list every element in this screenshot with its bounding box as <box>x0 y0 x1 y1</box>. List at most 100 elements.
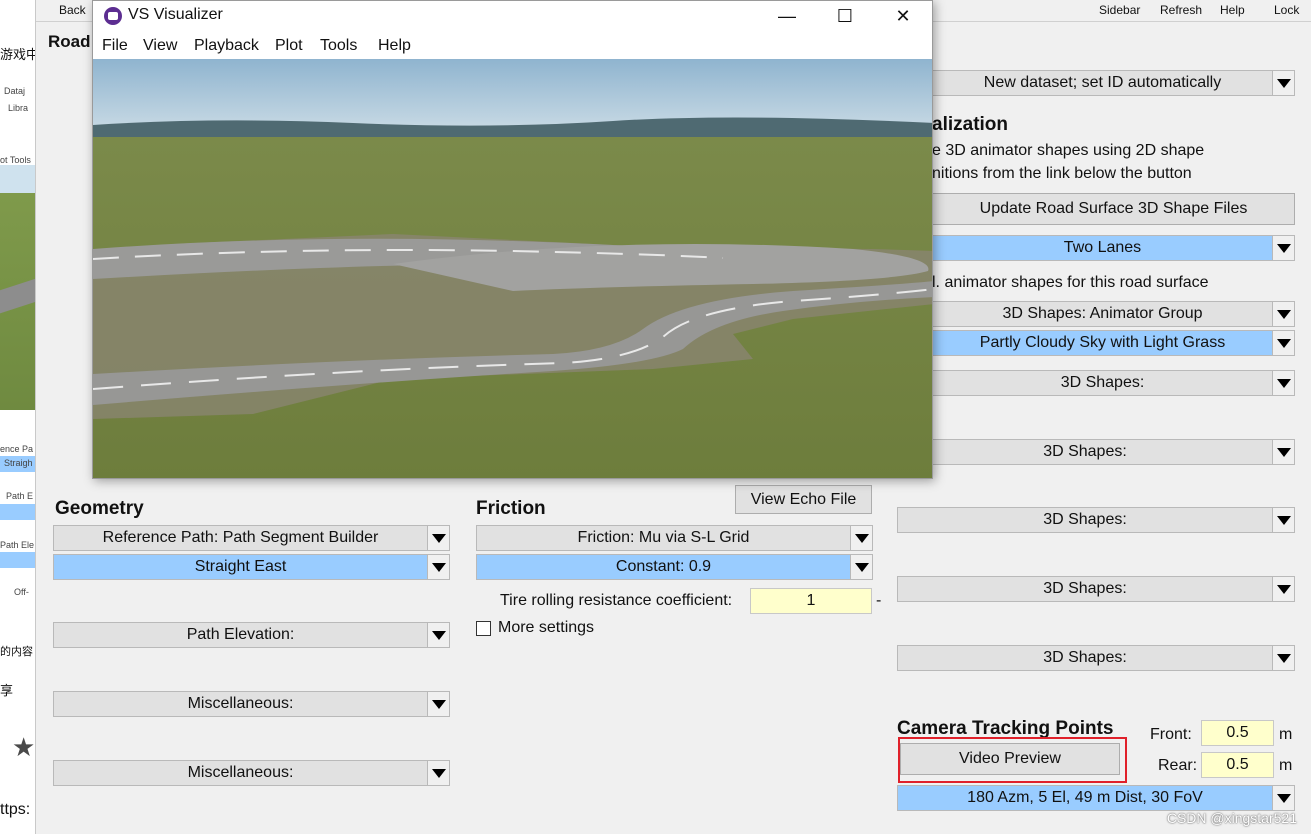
shapes-dropdown[interactable]: 3D Shapes: <box>932 370 1295 396</box>
browser-text: 的内容 <box>0 646 33 658</box>
lanes-dropdown-label: Two Lanes <box>1063 239 1142 256</box>
camera-view-label: 180 Azm, 5 El, 49 m Dist, 30 FoV <box>967 789 1203 806</box>
dataset-dropdown[interactable]: New dataset; set ID automatically <box>932 70 1295 96</box>
shapes-dropdown-label: 3D Shapes: <box>1043 443 1127 460</box>
chevron-down-icon <box>1272 236 1294 260</box>
highlight-box <box>898 737 1127 783</box>
visualization-description: nitions from the link below the button <box>932 165 1192 182</box>
animator-group-dropdown[interactable]: 3D Shapes: Animator Group <box>932 301 1295 327</box>
visualizer-title: VS Visualizer <box>128 6 223 23</box>
shapes-dropdown-label: 3D Shapes: <box>1060 374 1145 391</box>
refresh-button[interactable]: Refresh <box>1160 3 1202 17</box>
reference-path-dropdown[interactable]: Reference Path: Path Segment Builder <box>53 525 450 551</box>
tire-resistance-field[interactable]: 1 <box>750 588 872 614</box>
miscellaneous-dropdown[interactable]: Miscellaneous: <box>53 691 450 717</box>
chevron-down-icon <box>1272 440 1294 464</box>
visualizer-menu-bar: File View Playback Plot Tools Help <box>93 32 932 60</box>
rear-field[interactable]: 0.5 <box>1201 752 1274 778</box>
browser-road-thumbnail <box>0 165 35 410</box>
menu-view[interactable]: View <box>143 37 177 55</box>
dataset-dropdown-label: New dataset; set ID automatically <box>983 74 1222 91</box>
browser-text: Libra <box>8 103 29 113</box>
camera-view-dropdown[interactable]: 180 Azm, 5 El, 49 m Dist, 30 FoV <box>897 785 1295 811</box>
rear-unit: m <box>1279 757 1293 774</box>
minimize-icon[interactable]: — <box>758 1 816 32</box>
update-road-surface-button[interactable]: Update Road Surface 3D Shape Files <box>932 193 1295 225</box>
shapes-dropdown[interactable]: 3D Shapes: <box>897 439 1295 465</box>
chevron-down-icon <box>427 623 449 647</box>
shapes-dropdown[interactable]: 3D Shapes: <box>897 576 1295 602</box>
constant-label: Constant: 0.9 <box>615 558 712 575</box>
chevron-down-icon <box>427 555 449 579</box>
browser-blue-field <box>0 504 35 520</box>
tire-resistance-unit: - <box>876 592 882 609</box>
miscellaneous-dropdown[interactable]: Miscellaneous: <box>53 760 450 786</box>
browser-text: Dataj <box>4 86 26 96</box>
front-unit: m <box>1279 726 1293 743</box>
star-icon[interactable]: ★ <box>12 732 35 763</box>
more-settings-checkbox[interactable] <box>476 621 491 636</box>
menu-tools[interactable]: Tools <box>320 37 357 55</box>
more-settings-label: More settings <box>498 619 595 636</box>
chevron-down-icon <box>1272 646 1294 670</box>
lock-button[interactable]: Lock <box>1274 3 1299 17</box>
back-button[interactable]: Back <box>59 3 86 17</box>
menu-file[interactable]: File <box>102 37 128 55</box>
browser-text: ence Pa <box>0 444 34 454</box>
chevron-down-icon <box>1272 331 1294 355</box>
path-elevation-dropdown[interactable]: Path Elevation: <box>53 622 450 648</box>
chevron-down-icon <box>1272 371 1294 395</box>
browser-text: Straigh <box>4 458 33 468</box>
chevron-down-icon <box>1272 786 1294 810</box>
constant-dropdown[interactable]: Constant: 0.9 <box>476 554 873 580</box>
browser-text: ttps: <box>0 801 31 818</box>
sidebar-button[interactable]: Sidebar <box>1099 3 1140 17</box>
browser-text: Off- <box>14 587 29 597</box>
chevron-down-icon <box>850 526 872 550</box>
3d-scene-viewport[interactable] <box>93 59 932 478</box>
lanes-dropdown[interactable]: Two Lanes <box>932 235 1295 261</box>
maximize-icon[interactable]: ☐ <box>816 1 874 32</box>
shapes-dropdown[interactable]: 3D Shapes: <box>897 645 1295 671</box>
browser-text: Path Ele <box>0 540 35 550</box>
chevron-down-icon <box>1272 71 1294 95</box>
friction-mu-label: Friction: Mu via S-L Grid <box>577 529 750 546</box>
miscellaneous-label: Miscellaneous: <box>187 695 294 712</box>
menu-help[interactable]: Help <box>378 37 411 55</box>
vs-visualizer-window: VS Visualizer — ☐ ✕ File View Playback P… <box>92 0 933 479</box>
view-echo-file-button[interactable]: View Echo File <box>735 485 872 514</box>
update-road-surface-label: Update Road Surface 3D Shape Files <box>979 200 1248 217</box>
menu-playback[interactable]: Playback <box>194 37 259 55</box>
3d-road-scene <box>93 59 932 478</box>
menu-plot[interactable]: Plot <box>275 37 303 55</box>
sky-dropdown[interactable]: Partly Cloudy Sky with Light Grass <box>932 330 1295 356</box>
browser-text: ot Tools <box>0 155 31 165</box>
animator-shapes-label: l. animator shapes for this road surface <box>932 274 1209 291</box>
background-browser-window: 游戏中 Dataj Libra ot Tools ence Pa Straigh… <box>0 0 36 834</box>
shapes-dropdown-label: 3D Shapes: <box>1043 511 1127 528</box>
browser-text: Path E <box>6 491 34 501</box>
browser-blue-field <box>0 552 35 568</box>
visualization-description: e 3D animator shapes using 2D shape <box>932 142 1205 159</box>
straight-east-dropdown[interactable]: Straight East <box>53 554 450 580</box>
chevron-down-icon <box>1272 577 1294 601</box>
visualizer-title-bar[interactable]: VS Visualizer — ☐ ✕ <box>93 1 932 32</box>
page-title: Road <box>48 32 91 51</box>
help-button[interactable]: Help <box>1220 3 1245 17</box>
tire-resistance-label: Tire rolling resistance coefficient: <box>500 592 733 609</box>
friction-mu-dropdown[interactable]: Friction: Mu via S-L Grid <box>476 525 873 551</box>
close-icon[interactable]: ✕ <box>874 1 932 32</box>
straight-east-label: Straight East <box>194 558 287 575</box>
front-field[interactable]: 0.5 <box>1201 720 1274 746</box>
shapes-dropdown[interactable]: 3D Shapes: <box>897 507 1295 533</box>
chevron-down-icon <box>427 526 449 550</box>
browser-text: 享 <box>0 683 14 698</box>
friction-heading: Friction <box>476 498 546 519</box>
shapes-dropdown-label: 3D Shapes: <box>1043 580 1127 597</box>
front-label: Front: <box>1150 726 1192 743</box>
geometry-heading: Geometry <box>55 498 144 519</box>
watermark: CSDN @xingstar521 <box>1166 810 1297 826</box>
chevron-down-icon <box>427 761 449 785</box>
chevron-down-icon <box>850 555 872 579</box>
chevron-down-icon <box>1272 302 1294 326</box>
